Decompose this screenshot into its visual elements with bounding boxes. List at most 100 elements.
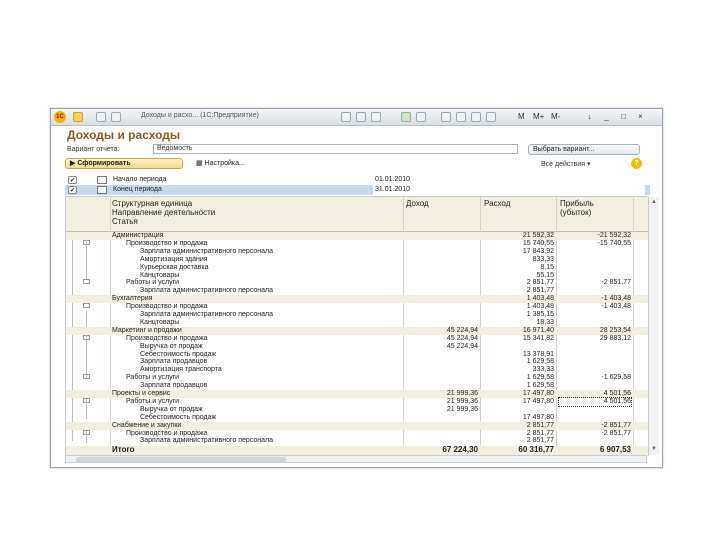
memory-minus-button[interactable]: M- bbox=[551, 112, 560, 121]
period-end-label: Конец периода bbox=[113, 186, 162, 193]
table-row[interactable]: Производство и продажа 45 224,94 15 341,82… bbox=[66, 335, 648, 343]
forward-icon[interactable] bbox=[111, 112, 121, 122]
table-row[interactable]: Амортизация здания 833,33 bbox=[66, 256, 648, 264]
period-end-value[interactable]: 31.01.2010 bbox=[373, 185, 645, 195]
period-start-value[interactable]: 01.01.2010 bbox=[373, 175, 645, 185]
row-profit: 29 883,12 bbox=[599, 334, 631, 342]
row-name: Производство и продажа bbox=[126, 429, 208, 437]
print-icon[interactable] bbox=[356, 112, 366, 122]
column-header-name-3: Статья bbox=[112, 217, 138, 226]
table-row[interactable]: Бухгалтерия 1 403,48 -1 403,48 bbox=[66, 295, 648, 304]
memory-button[interactable]: M bbox=[518, 112, 525, 121]
row-name: Производство и продажа bbox=[126, 334, 208, 342]
vertical-scrollbar[interactable]: ▲ ▼ bbox=[648, 197, 659, 455]
row-profit: -1 629,58 bbox=[601, 374, 631, 382]
row-name: Производство и продажа bbox=[126, 239, 208, 247]
table-row[interactable]: Зарплата административного персонала 2 85… bbox=[66, 287, 648, 295]
row-name: Работы и услуги bbox=[126, 374, 180, 382]
generate-button[interactable]: ▶ Сформировать bbox=[65, 158, 183, 169]
column-header-expense: Расход bbox=[484, 199, 511, 208]
period-start-checkbox[interactable]: ✔ bbox=[68, 176, 77, 184]
back-icon[interactable] bbox=[96, 112, 106, 122]
table-row[interactable]: Курьерская доставка 8,15 bbox=[66, 264, 648, 272]
calculator-icon[interactable] bbox=[471, 112, 481, 122]
save-icon[interactable] bbox=[341, 112, 351, 122]
row-name: Зарплата продавцов bbox=[140, 358, 208, 366]
period-end-checkbox[interactable]: ✔ bbox=[68, 186, 77, 194]
table-row[interactable]: Зарплата продавцов 1 629,58 bbox=[66, 382, 648, 390]
all-actions-menu[interactable]: Все действия ▾ bbox=[541, 160, 590, 168]
row-expense: 2 851,77 bbox=[526, 437, 554, 445]
row-profit: -21 592,32 bbox=[597, 232, 631, 239]
column-header-profit-2: (убыток) bbox=[560, 208, 592, 217]
total-income: 67 224,30 bbox=[442, 445, 478, 455]
calendar-icon bbox=[97, 186, 107, 194]
row-name: Выручка от продаж bbox=[140, 405, 203, 413]
row-income: 21 999,36 bbox=[446, 390, 478, 397]
variant-label: Вариант отчета: bbox=[67, 146, 120, 153]
favorites-icon[interactable] bbox=[401, 112, 411, 122]
maximize-icon[interactable]: □ bbox=[618, 111, 629, 122]
scroll-down-icon[interactable]: ▼ bbox=[650, 445, 658, 453]
preview-icon[interactable] bbox=[371, 112, 381, 122]
row-profit: 4 501,56 bbox=[603, 390, 631, 397]
horizontal-scrollbar[interactable] bbox=[65, 455, 647, 463]
period-start-row: ✔ Начало периода 01.01.2010 bbox=[65, 175, 650, 185]
row-name: Зарплата административного персонала bbox=[140, 311, 274, 318]
row-expense: 17 497,80 bbox=[522, 390, 554, 397]
table-row[interactable]: Снабжение и закупки 2 851,77 -2 851,77 bbox=[66, 421, 648, 430]
row-profit: -2 851,77 bbox=[601, 279, 631, 287]
history-icon[interactable] bbox=[416, 112, 426, 122]
total-expense: 60 316,77 bbox=[518, 445, 554, 455]
settings-button[interactable]: ▦ Настройка... bbox=[191, 158, 271, 169]
table-row[interactable]: Себестоимость продаж 17 497,80 bbox=[66, 414, 648, 422]
table-row[interactable]: Маркетинг и продажи 45 224,94 16 971,40 28 … bbox=[66, 326, 648, 335]
app-logo-icon[interactable]: 1С bbox=[54, 111, 66, 123]
table-row[interactable]: Администрация 21 592,32 -21 592,32 bbox=[66, 232, 648, 240]
table-row[interactable]: Работы и услуги 1 629,58 -1 629,58 bbox=[66, 374, 648, 382]
variant-field[interactable]: Ведомость bbox=[153, 144, 518, 154]
menu-icon[interactable] bbox=[73, 112, 83, 122]
memory-plus-button[interactable]: M+ bbox=[533, 112, 544, 121]
row-name: Зарплата продавцов bbox=[140, 382, 208, 390]
report-window: 1С Доходы и расхо... (1С:Предприятие) M … bbox=[50, 108, 663, 468]
table-row[interactable]: Работы и услуги 21 999,36 17 497,80 4 501,5… bbox=[66, 396, 648, 407]
row-expense: 2 851,77 bbox=[526, 279, 554, 287]
table-row[interactable]: Производство и продажа 15 740,55 -15 740,5… bbox=[66, 240, 648, 248]
scroll-up-icon[interactable]: ▲ bbox=[650, 198, 658, 206]
total-name: Итого bbox=[112, 445, 135, 455]
row-expense: 1 403,48 bbox=[526, 295, 554, 303]
row-expense: 21 592,32 bbox=[522, 232, 554, 239]
row-name: Себестоимость продаж bbox=[140, 350, 217, 358]
row-expense: 17 843,92 bbox=[522, 247, 554, 255]
row-expense: 8,15 bbox=[540, 263, 554, 271]
pin-icon[interactable]: ↓ bbox=[584, 111, 595, 122]
table-row[interactable]: Канцтовары 18,33 bbox=[66, 319, 648, 327]
column-header-name-1: Структурная единица bbox=[112, 199, 193, 208]
help-icon[interactable]: ? bbox=[631, 158, 642, 169]
horizontal-scroll-thumb[interactable] bbox=[76, 457, 286, 462]
table-row[interactable]: Себестоимость продаж 13 378,91 bbox=[66, 351, 648, 359]
paste-icon[interactable] bbox=[456, 112, 466, 122]
table-row[interactable]: Зарплата административного персонала 17 8… bbox=[66, 248, 648, 256]
copy-icon[interactable] bbox=[441, 112, 451, 122]
minimize-icon[interactable]: _ bbox=[601, 111, 612, 122]
table-row[interactable]: Проекты и сервис 21 999,36 17 497,80 4 501,… bbox=[66, 390, 648, 398]
table-row[interactable]: Производство и продажа 1 403,48 -1 403,48 bbox=[66, 303, 648, 311]
table-row[interactable]: Выручка от продаж 21 999,36 bbox=[66, 406, 648, 414]
table-row[interactable]: Зарплата продавцов 1 629,58 bbox=[66, 358, 648, 366]
row-name: Канцтовары bbox=[140, 318, 180, 326]
table-row[interactable]: Зарплата административного персонала 2 85… bbox=[66, 437, 648, 445]
table-row[interactable]: Производство и продажа 2 851,77 -2 851,77 bbox=[66, 430, 648, 438]
table-row[interactable]: Зарплата административного персонала 1 38… bbox=[66, 311, 648, 319]
row-expense: 15 740,55 bbox=[522, 239, 554, 247]
table-row[interactable]: Выручка от продаж 45 224,94 bbox=[66, 343, 648, 351]
table-row[interactable]: Работы и услуги 2 851,77 -2 851,77 bbox=[66, 279, 648, 287]
report-table: Структурная единица Направление деятельн… bbox=[65, 196, 659, 457]
close-icon[interactable]: × bbox=[635, 111, 646, 122]
row-profit: -2 851,77 bbox=[601, 421, 631, 429]
row-profit: 4 501,56 bbox=[558, 396, 632, 407]
choose-variant-button[interactable]: Выбрать вариант... bbox=[528, 144, 640, 155]
row-name: Зарплата административного персонала bbox=[140, 287, 274, 295]
calendar-icon[interactable] bbox=[486, 112, 496, 122]
